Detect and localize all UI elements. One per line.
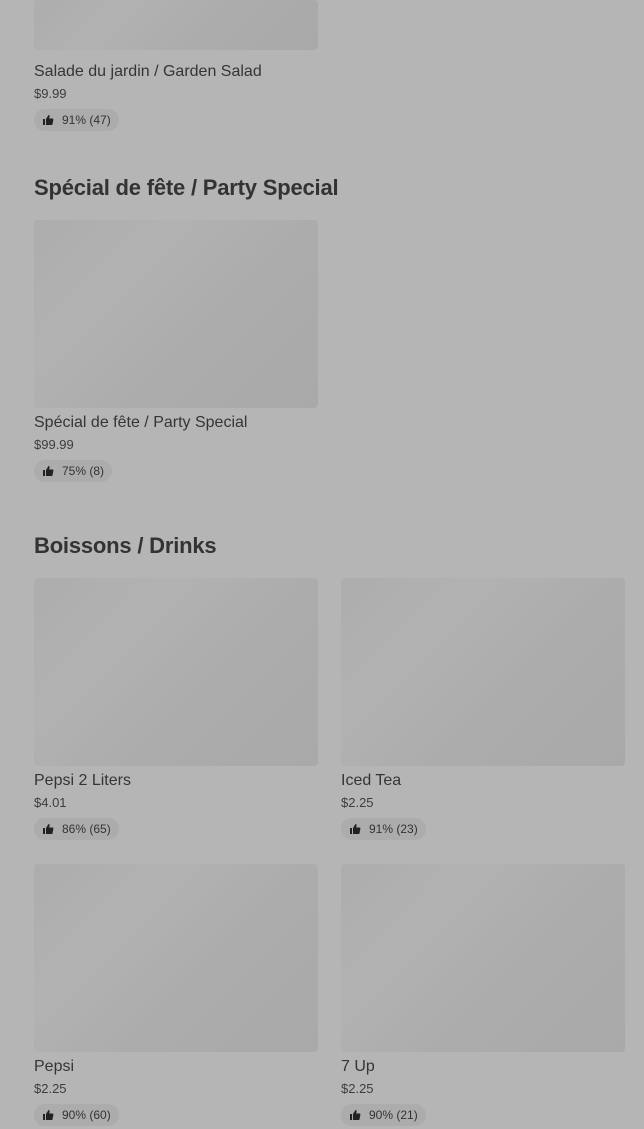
menu-item-card[interactable]: Pepsi 2 Liters $4.01 86% (65): [34, 578, 318, 840]
menu-item-name: Iced Tea: [341, 772, 402, 789]
menu-item-card[interactable]: Spécial de fête / Party Special $99.99 7…: [34, 220, 318, 482]
rating-value: 75% (8): [62, 464, 105, 478]
rating-value: 90% (60): [62, 1108, 111, 1122]
rating-badge: 86% (65): [34, 818, 119, 840]
rating-badge: 90% (60): [34, 1104, 119, 1126]
rating-badge: 91% (23): [341, 818, 426, 840]
menu-item-image: [341, 864, 625, 1052]
rating-value: 90% (21): [369, 1108, 418, 1122]
menu-item-name: Salade du jardin / Garden Salad: [34, 63, 262, 80]
thumbs-up-icon: [349, 1109, 361, 1121]
menu-item-card[interactable]: 7 Up $2.25 90% (21): [341, 864, 625, 1126]
menu-item-image: [34, 864, 318, 1052]
menu-item-image: [341, 578, 625, 766]
menu-item-price: $2.25: [34, 1081, 67, 1096]
menu-item-image: [34, 0, 318, 50]
thumbs-up-icon: [42, 823, 54, 835]
rating-value: 86% (65): [62, 822, 111, 836]
section-title-drinks: Boissons / Drinks: [34, 533, 217, 558]
thumbs-up-icon: [349, 823, 361, 835]
rating-badge: 91% (47): [34, 109, 119, 131]
menu-item-name: Pepsi: [34, 1058, 75, 1075]
menu-item-name: 7 Up: [341, 1058, 375, 1075]
menu-item-image: [34, 578, 318, 766]
menu-item-card[interactable]: Iced Tea $2.25 91% (23): [341, 578, 625, 840]
menu-item-name: Pepsi 2 Liters: [34, 772, 131, 789]
rating-badge: 90% (21): [341, 1104, 426, 1126]
rating-value: 91% (23): [369, 822, 418, 836]
thumbs-up-icon: [42, 1109, 54, 1121]
menu-item-price: $99.99: [34, 437, 74, 452]
thumbs-up-icon: [42, 465, 54, 477]
menu-item-card[interactable]: Salade du jardin / Garden Salad $9.99 91…: [34, 0, 318, 131]
menu-item-card[interactable]: Pepsi $2.25 90% (60): [34, 864, 318, 1126]
section-title-party-special: Spécial de fête / Party Special: [34, 175, 339, 200]
menu-item-name: Spécial de fête / Party Special: [34, 414, 248, 431]
menu-item-image: [34, 220, 318, 408]
rating-badge: 75% (8): [34, 460, 113, 482]
rating-value: 91% (47): [62, 113, 111, 127]
thumbs-up-icon: [42, 114, 54, 126]
menu-item-price: $2.25: [341, 1081, 374, 1096]
menu-item-price: $2.25: [341, 795, 374, 810]
menu-page: Salade du jardin / Garden Salad $9.99 91…: [0, 0, 644, 1129]
menu-item-price: $4.01: [34, 795, 67, 810]
menu-item-price: $9.99: [34, 86, 67, 101]
